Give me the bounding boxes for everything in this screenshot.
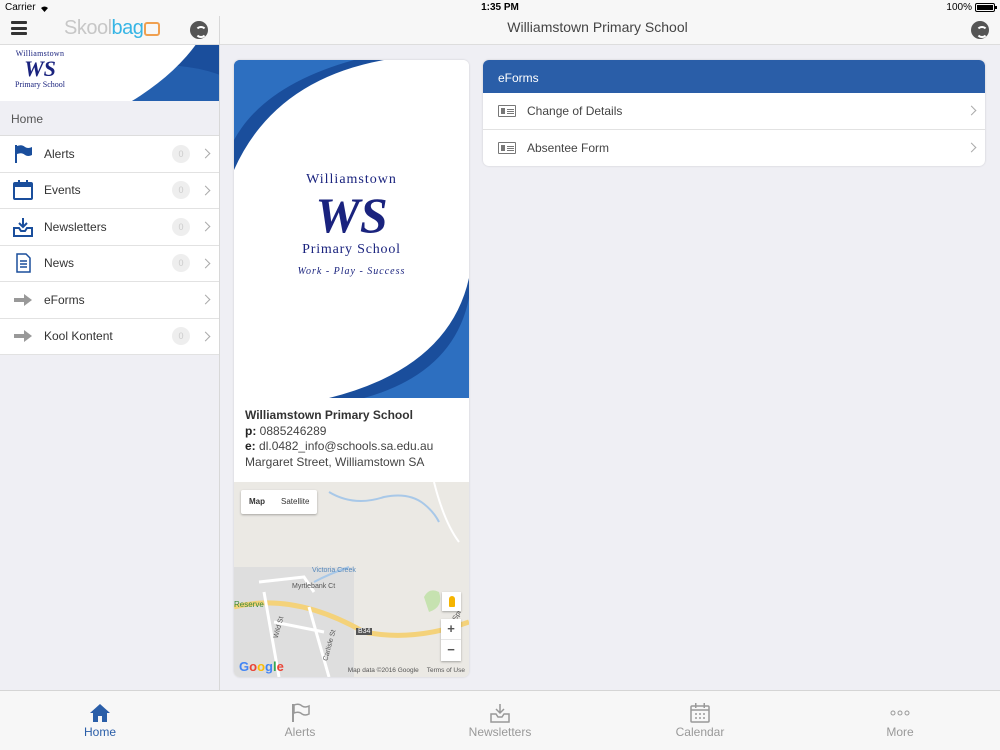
- tab-newsletters[interactable]: Newsletters: [400, 691, 600, 750]
- sidebar-item-news[interactable]: News 0: [0, 246, 219, 282]
- eforms-panel-title: eForms: [483, 60, 985, 93]
- eforms-panel: eForms Change of Details Absentee Form: [483, 60, 985, 166]
- more-dots-icon: [889, 703, 911, 723]
- main-header: Williamstown Primary School: [220, 16, 1000, 45]
- count-badge: 0: [172, 254, 190, 273]
- arrow-right-icon: [12, 289, 34, 311]
- flag-icon: [289, 703, 311, 723]
- count-badge: 0: [172, 181, 190, 200]
- skoolbag-logo: Skoolbag: [64, 17, 161, 40]
- tab-label: Alerts: [284, 725, 316, 739]
- chevron-right-icon: [200, 258, 211, 269]
- chevron-right-icon: [200, 185, 211, 196]
- tab-calendar[interactable]: Calendar: [600, 691, 800, 750]
- map-label-reserve: Reserve: [234, 600, 264, 609]
- sidebar: Skoolbag Williamstown WS Primary School …: [0, 16, 220, 690]
- sidebar-item-eforms[interactable]: eForms: [0, 282, 219, 319]
- chevron-right-icon: [200, 221, 211, 232]
- sidebar-item-alerts[interactable]: Alerts 0: [0, 136, 219, 173]
- map-type-satellite-button[interactable]: Satellite: [273, 490, 317, 514]
- map-terms-link[interactable]: Terms of Use: [427, 667, 465, 674]
- id-card-icon: [498, 141, 516, 154]
- chevron-right-icon: [966, 142, 977, 153]
- status-bar: Carrier 1:35 PM 100%: [0, 0, 1000, 16]
- school-name: Williamstown Primary School: [245, 408, 413, 422]
- count-badge: 0: [172, 144, 190, 163]
- inbox-download-icon: [12, 216, 34, 238]
- eform-label: Absentee Form: [527, 140, 610, 155]
- chevron-right-icon: [200, 148, 211, 159]
- count-badge: 0: [172, 327, 190, 346]
- inbox-download-icon: [489, 703, 511, 723]
- sidebar-item-newsletters[interactable]: Newsletters 0: [0, 209, 219, 246]
- id-card-icon: [498, 104, 516, 117]
- calendar-icon: [689, 703, 711, 723]
- home-icon: [89, 703, 111, 723]
- map-label-creek: Victoria Creek: [312, 567, 356, 574]
- map-type-control: Map Satellite: [241, 490, 318, 514]
- document-icon: [12, 252, 34, 274]
- school-email[interactable]: e: dl.0482_info@schools.sa.edu.au: [245, 439, 458, 455]
- school-logo-small: Williamstown WS Primary School: [15, 49, 65, 89]
- sidebar-item-label: Alerts: [44, 146, 75, 161]
- tab-label: Calendar: [675, 725, 725, 739]
- tab-label: More: [886, 725, 914, 739]
- clock: 1:35 PM: [481, 2, 519, 13]
- google-logo: Google: [239, 659, 284, 674]
- school-hero-image: Williamstown WS Primary School Work - Pl…: [234, 60, 469, 398]
- map-type-map-button[interactable]: Map: [241, 490, 273, 514]
- school-address: Margaret Street, Williamstown SA: [245, 454, 425, 469]
- sidebar-section-home: Home: [11, 112, 44, 126]
- eform-label: Change of Details: [527, 103, 623, 118]
- tab-label: Newsletters: [468, 725, 532, 739]
- sidebar-item-label: Events: [44, 183, 81, 198]
- zoom-in-button[interactable]: +: [441, 619, 461, 640]
- arrow-right-icon: [12, 325, 34, 347]
- page-title: Williamstown Primary School: [507, 19, 688, 35]
- chevron-right-icon: [966, 105, 977, 116]
- school-motto: Work - Play - Success: [297, 266, 406, 277]
- battery-indicator: 100%: [946, 2, 997, 13]
- sidebar-item-events[interactable]: Events 0: [0, 173, 219, 209]
- map-label-road-b34: B34: [356, 628, 373, 635]
- sync-icon[interactable]: [971, 21, 989, 39]
- calendar-icon: [12, 179, 34, 201]
- school-banner: Williamstown WS Primary School: [0, 45, 219, 101]
- zoom-out-button[interactable]: −: [441, 640, 461, 661]
- map-attribution: Map data ©2016 Google Terms of Use: [347, 667, 465, 674]
- battery-percent: 100%: [946, 2, 972, 13]
- sidebar-item-kool-kontent[interactable]: Kool Kontent 0: [0, 319, 219, 355]
- flag-icon: [12, 143, 34, 165]
- tab-alerts[interactable]: Alerts: [200, 691, 400, 750]
- sync-icon[interactable]: [190, 21, 208, 39]
- school-card: Williamstown WS Primary School Work - Pl…: [234, 60, 469, 677]
- chevron-right-icon: [200, 294, 211, 305]
- school-phone[interactable]: p: 0885246289: [245, 424, 458, 440]
- street-view-pegman-icon[interactable]: [442, 592, 461, 611]
- sidebar-item-label: News: [44, 256, 75, 271]
- sidebar-item-label: Kool Kontent: [44, 329, 113, 344]
- bag-icon: [144, 21, 161, 36]
- eform-absentee-form[interactable]: Absentee Form: [483, 130, 985, 167]
- chevron-right-icon: [200, 331, 211, 342]
- school-contact-info: Williamstown Primary School p: 088524628…: [234, 398, 469, 482]
- school-logo: Williamstown WS Primary School Work - Pl…: [234, 172, 469, 277]
- tab-more[interactable]: More: [800, 691, 1000, 750]
- map-label-street: Myrtlebank Ct: [292, 583, 336, 590]
- sidebar-item-label: Newsletters: [44, 219, 107, 234]
- sidebar-header: Skoolbag: [0, 16, 219, 45]
- count-badge: 0: [172, 217, 190, 236]
- eform-change-of-details[interactable]: Change of Details: [483, 93, 985, 130]
- school-map[interactable]: Map Satellite Victoria Creek Myrtlebank …: [234, 482, 469, 677]
- tab-home[interactable]: Home: [0, 691, 200, 750]
- tab-bar: Home Alerts Newsletters Calendar More: [0, 690, 1000, 750]
- menu-icon[interactable]: [11, 21, 27, 35]
- battery-icon: [975, 3, 997, 12]
- tab-label: Home: [83, 725, 116, 739]
- sidebar-item-label: eForms: [44, 292, 85, 307]
- sidebar-menu: Alerts 0 Events 0 Newsletters 0 News 0 e…: [0, 135, 219, 355]
- map-zoom-control: + −: [441, 619, 461, 661]
